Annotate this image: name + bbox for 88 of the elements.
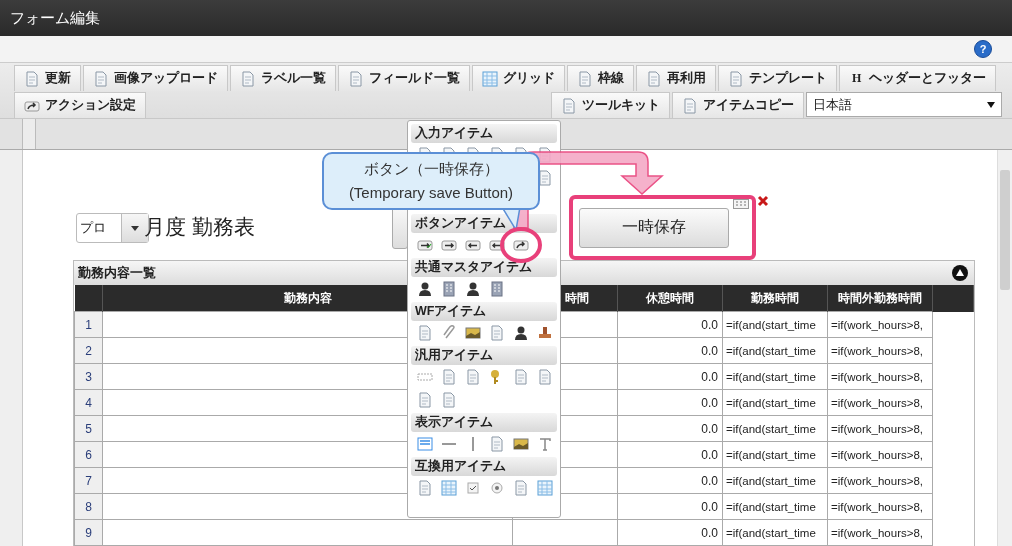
toolbar-tab[interactable]: グリッド <box>472 65 565 91</box>
column-header: 時間外勤務時間 <box>827 285 933 312</box>
highlight-circle <box>500 227 542 263</box>
row-number: 1 <box>74 311 103 338</box>
table-cell: =if(and(start_time <box>722 363 828 390</box>
help-button[interactable]: ? <box>974 40 992 58</box>
palette-section-header: 共通マスタアイテム <box>411 258 557 277</box>
table-cell: =if(work_hours>8, <box>827 441 933 468</box>
row-number: 8 <box>74 493 103 520</box>
callout-text: ボタン（一時保存） <box>363 159 499 179</box>
palette-section-header: 表示アイテム <box>411 413 557 432</box>
people-icon <box>465 280 481 297</box>
caret-icon[interactable] <box>131 225 139 231</box>
column-header: 休憩時間 <box>617 285 723 312</box>
table-cell: =if(work_hours>8, <box>827 337 933 364</box>
palette-section-header: WFアイテム <box>411 302 557 321</box>
grid-icon[interactable] <box>733 199 749 209</box>
text-icon <box>537 435 553 452</box>
table-cell: 0.0 <box>617 467 723 494</box>
temporary-save-button[interactable]: 一時保存 <box>579 207 729 248</box>
toolbar-tab[interactable]: 更新 <box>14 65 81 91</box>
building-icon <box>441 280 457 297</box>
table-cell: =if(work_hours>8, <box>827 363 933 390</box>
table-cell: =if(work_hours>8, <box>827 467 933 494</box>
table-cell: =if(work_hours>8, <box>827 415 933 442</box>
palette-section-header: 互換用アイテム <box>411 457 557 476</box>
toolbar-tab[interactable]: 再利用 <box>636 65 716 91</box>
person-icon <box>417 280 433 297</box>
horizontal-line-icon <box>442 442 456 445</box>
toolbar-tab[interactable]: ツールキット <box>551 92 670 118</box>
table-cell: =if(and(start_time <box>722 467 828 494</box>
grid-icon <box>537 479 553 496</box>
column-header: 勤務時間 <box>722 285 828 312</box>
table-title: 勤務内容一覧 <box>78 264 156 282</box>
stamp-icon <box>537 324 553 341</box>
row-number: 7 <box>74 467 103 494</box>
window-title: フォーム編集 <box>0 0 1012 36</box>
table-cell: =if(work_hours>8, <box>827 389 933 416</box>
scrollbar-thumb[interactable] <box>1000 170 1010 290</box>
toolbar-tab[interactable]: 枠線 <box>567 65 634 91</box>
table-cell: 0.0 <box>617 389 723 416</box>
table-cell: =if(and(start_time <box>722 337 828 364</box>
image-icon <box>513 435 529 452</box>
image-icon <box>465 324 481 341</box>
toolbar-tab[interactable]: ラベル一覧 <box>230 65 336 91</box>
collapse-icon[interactable] <box>952 265 968 281</box>
palette-section-header: 入力アイテム <box>411 124 557 143</box>
close-icon[interactable] <box>757 195 769 207</box>
table-cell: =if(and(start_time <box>722 389 828 416</box>
caret-icon[interactable] <box>987 101 995 108</box>
toolbar-tab[interactable]: アイテムコピー <box>672 92 804 118</box>
palette-section-header: 汎用アイテム <box>411 346 557 365</box>
radio-icon <box>489 479 505 496</box>
callout-text: (Temporary save Button) <box>348 183 514 203</box>
table-cell: 0.0 <box>617 337 723 364</box>
table-cell: =if(and(start_time <box>722 441 828 468</box>
toolbar-tab[interactable]: アクション設定 <box>14 92 146 118</box>
table-cell: 0.0 <box>617 363 723 390</box>
row-number: 5 <box>74 415 103 442</box>
table-cell: 0.0 <box>617 441 723 468</box>
table-cell: =if(and(start_time <box>722 415 828 442</box>
toolbar-tab[interactable]: 画像アップロード <box>83 65 228 91</box>
toolbar-tab[interactable]: テンプレート <box>718 65 837 91</box>
table-cell: =if(and(start_time <box>722 493 828 520</box>
row-number: 6 <box>74 441 103 468</box>
table-cell: =if(work_hours>8, <box>827 311 933 338</box>
checkbox-icon <box>465 479 481 496</box>
table-cell: 0.0 <box>617 415 723 442</box>
grid-icon <box>482 70 498 87</box>
language-select[interactable]: 日本語 <box>806 92 1002 117</box>
table-cell: 0.0 <box>617 519 723 546</box>
table-cell: =if(work_hours>8, <box>827 519 933 546</box>
toolbar-tab[interactable]: H ヘッダーとフッター <box>839 65 997 91</box>
table-cell: =if(and(start_time <box>722 311 828 338</box>
toolbar-tab[interactable]: フィールド一覧 <box>338 65 470 91</box>
label-icon <box>417 435 433 452</box>
table-cell: =if(and(start_time <box>722 519 828 546</box>
row-number: 9 <box>74 519 103 546</box>
vertical-line-icon <box>472 436 474 451</box>
table-icon <box>441 479 457 496</box>
paperclip-icon <box>441 324 457 341</box>
table-cell: 0.0 <box>617 493 723 520</box>
table-cell: =if(work_hours>8, <box>827 493 933 520</box>
splitter-handle[interactable] <box>22 119 36 149</box>
row-number: 3 <box>74 363 103 390</box>
row-number: 4 <box>74 389 103 416</box>
table-cell: 0.0 <box>617 311 723 338</box>
row-number: 2 <box>74 337 103 364</box>
